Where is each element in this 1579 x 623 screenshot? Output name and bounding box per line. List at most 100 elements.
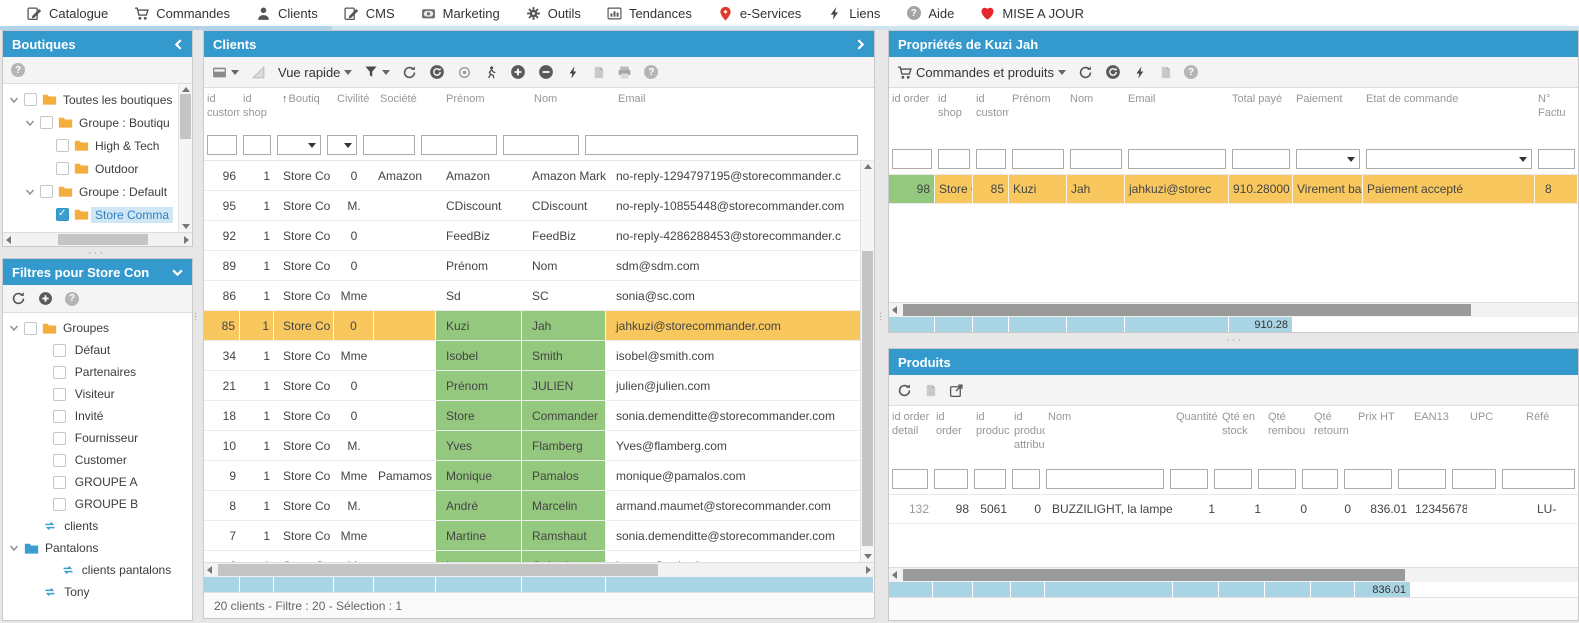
checkbox[interactable]	[24, 93, 37, 106]
cell-prenom[interactable]: FeedBiz	[436, 221, 522, 250]
cell-reference[interactable]: LU-	[1523, 495, 1578, 523]
cell-email[interactable]: no-reply-10855448@storecommander.com	[606, 191, 874, 220]
cell-boutique[interactable]: Store Co	[274, 341, 334, 370]
cell-id-order-detail[interactable]: 132	[889, 495, 933, 523]
cell-societe[interactable]	[374, 221, 436, 250]
horizontal-scrollbar[interactable]	[889, 302, 1578, 317]
column-header[interactable]: Réfé	[1523, 411, 1578, 466]
cell-email[interactable]: sdm@sdm.com	[606, 251, 874, 280]
cell-nom[interactable]: Smith	[522, 341, 606, 370]
document-icon[interactable]	[1159, 65, 1172, 80]
table-row[interactable]: 21 1 Store Co 0 Prénom JULIEN julien@jul…	[204, 371, 874, 401]
menu-item[interactable]: e-Services	[705, 0, 814, 26]
cell-id-customer[interactable]: 96	[204, 161, 240, 190]
menu-item[interactable]: Outils	[513, 0, 594, 26]
document-icon[interactable]	[924, 383, 937, 398]
tree-item[interactable]: clients	[3, 515, 192, 537]
filter-id-shop-input[interactable]	[938, 149, 970, 169]
cell-id-customer[interactable]: 10	[204, 431, 240, 460]
target-icon[interactable]	[457, 65, 472, 80]
cell-civilite[interactable]: 0	[334, 311, 374, 340]
add-circle-icon[interactable]	[510, 64, 526, 80]
help-icon[interactable]: ?	[1184, 65, 1198, 79]
column-header[interactable]: Qté en stock	[1219, 411, 1265, 466]
menu-item[interactable]: Clients	[243, 0, 331, 26]
tree-item[interactable]: Store Comma	[3, 203, 192, 226]
menu-item[interactable]: Liens	[814, 0, 893, 26]
filter-icon[interactable]	[364, 65, 390, 79]
filter-prenom-input[interactable]	[421, 135, 497, 155]
checkbox[interactable]	[53, 454, 66, 467]
cell-boutique[interactable]: Store Co	[274, 281, 334, 310]
cell-boutique[interactable]: Store Co	[274, 521, 334, 550]
column-header[interactable]: Paiement	[1293, 93, 1363, 146]
checkbox[interactable]	[53, 432, 66, 445]
cell-societe[interactable]	[374, 521, 436, 550]
cell-prenom[interactable]: Martine	[436, 521, 522, 550]
cell-nom[interactable]: Jah	[522, 311, 606, 340]
cell-prix-ht[interactable]: 836.01	[1355, 495, 1411, 523]
column-header[interactable]: Nom	[522, 93, 606, 132]
cell-facture[interactable]: 8	[1535, 175, 1578, 203]
cell-nom[interactable]: FeedBiz	[522, 221, 606, 250]
chevron-down-icon[interactable]	[25, 187, 40, 197]
cell-nom[interactable]: Ramshaut	[522, 521, 606, 550]
cell-nom[interactable]: Gaboriot	[522, 551, 606, 562]
tree-item[interactable]: Toutes les boutiques	[3, 88, 187, 111]
filter-email-input[interactable]	[1128, 149, 1226, 169]
filter-prix-ht-input[interactable]	[1344, 469, 1392, 489]
column-header[interactable]: Prénom	[436, 93, 522, 132]
cell-email[interactable]: jahkuzi@storec	[1125, 175, 1229, 203]
vertical-scrollbar[interactable]	[178, 84, 192, 232]
tree-item[interactable]: Pantalons	[3, 537, 192, 559]
cell-nom[interactable]: Marcelin	[522, 491, 606, 520]
chevron-down-icon[interactable]	[9, 95, 24, 105]
menu-item[interactable]: Commandes	[121, 0, 243, 26]
tree-item[interactable]: Invité	[3, 405, 192, 427]
cell-boutique[interactable]: Store Co	[274, 161, 334, 190]
column-header[interactable]: id custom	[973, 93, 1009, 146]
tree-item-label[interactable]: GROUPE B	[71, 496, 142, 512]
filter-reference-input[interactable]	[1502, 469, 1575, 489]
cell-prenom[interactable]: Laurent	[436, 551, 522, 562]
cell-id-shop[interactable]: 1	[240, 161, 274, 190]
cell-retourne[interactable]: 0	[1311, 495, 1355, 523]
cell-societe[interactable]	[374, 401, 436, 430]
filter-nom-input[interactable]	[1070, 149, 1122, 169]
tree-item-label[interactable]: Défaut	[71, 342, 114, 358]
cell-id-customer[interactable]: 85	[204, 311, 240, 340]
filter-id-customer-input[interactable]	[976, 149, 1006, 169]
table-row[interactable]: 8 1 Store Co M. André Marcelin armand.ma…	[204, 491, 874, 521]
column-header[interactable]: Civilité	[334, 93, 374, 132]
cell-civilite[interactable]: 0	[334, 371, 374, 400]
filter-total-paye-input[interactable]	[1232, 149, 1290, 169]
remove-circle-icon[interactable]	[538, 64, 554, 80]
cell-prenom[interactable]: Kuzi	[1009, 175, 1067, 203]
tree-item-label[interactable]: clients pantalons	[78, 562, 175, 578]
table-row[interactable]: 18 1 Store Co 0 Store Commander sonia.de…	[204, 401, 874, 431]
cell-id-customer[interactable]: 9	[204, 461, 240, 490]
cell-id-shop[interactable]: 1	[240, 311, 274, 340]
cell-civilite[interactable]: 0	[334, 221, 374, 250]
cell-id-customer[interactable]: 86	[204, 281, 240, 310]
table-row[interactable]: 132 98 5061 0 BUZZILIGHT, la lampe 1 1 0…	[889, 495, 1578, 524]
column-header[interactable]: Société	[374, 93, 436, 132]
sync-circle-icon[interactable]	[1105, 64, 1121, 80]
menu-item[interactable]: Catalogue	[14, 0, 121, 26]
checkbox[interactable]	[53, 410, 66, 423]
horizontal-scrollbar[interactable]	[889, 567, 1578, 582]
table-row[interactable]: 89 1 Store Co 0 Prénom Nom sdm@sdm.com	[204, 251, 874, 281]
cell-rembourse[interactable]: 0	[1265, 495, 1311, 523]
filter-id-order-input[interactable]	[892, 149, 932, 169]
cell-email[interactable]: Yves@flamberg.com	[606, 431, 874, 460]
lightning-icon[interactable]	[1133, 65, 1147, 80]
cell-id-shop[interactable]: 1	[240, 221, 274, 250]
tree-item-label[interactable]: High & Tech	[91, 138, 163, 154]
tree-item-label[interactable]: Partenaires	[71, 364, 140, 380]
filter-rembourse-input[interactable]	[1258, 469, 1296, 489]
cell-civilite[interactable]: Mme	[334, 341, 374, 370]
cell-nom[interactable]: Nom	[522, 251, 606, 280]
cell-id-order[interactable]: 98	[933, 495, 973, 523]
cell-id-shop[interactable]: 1	[240, 401, 274, 430]
menu-item[interactable]: ? Aide	[893, 0, 967, 26]
